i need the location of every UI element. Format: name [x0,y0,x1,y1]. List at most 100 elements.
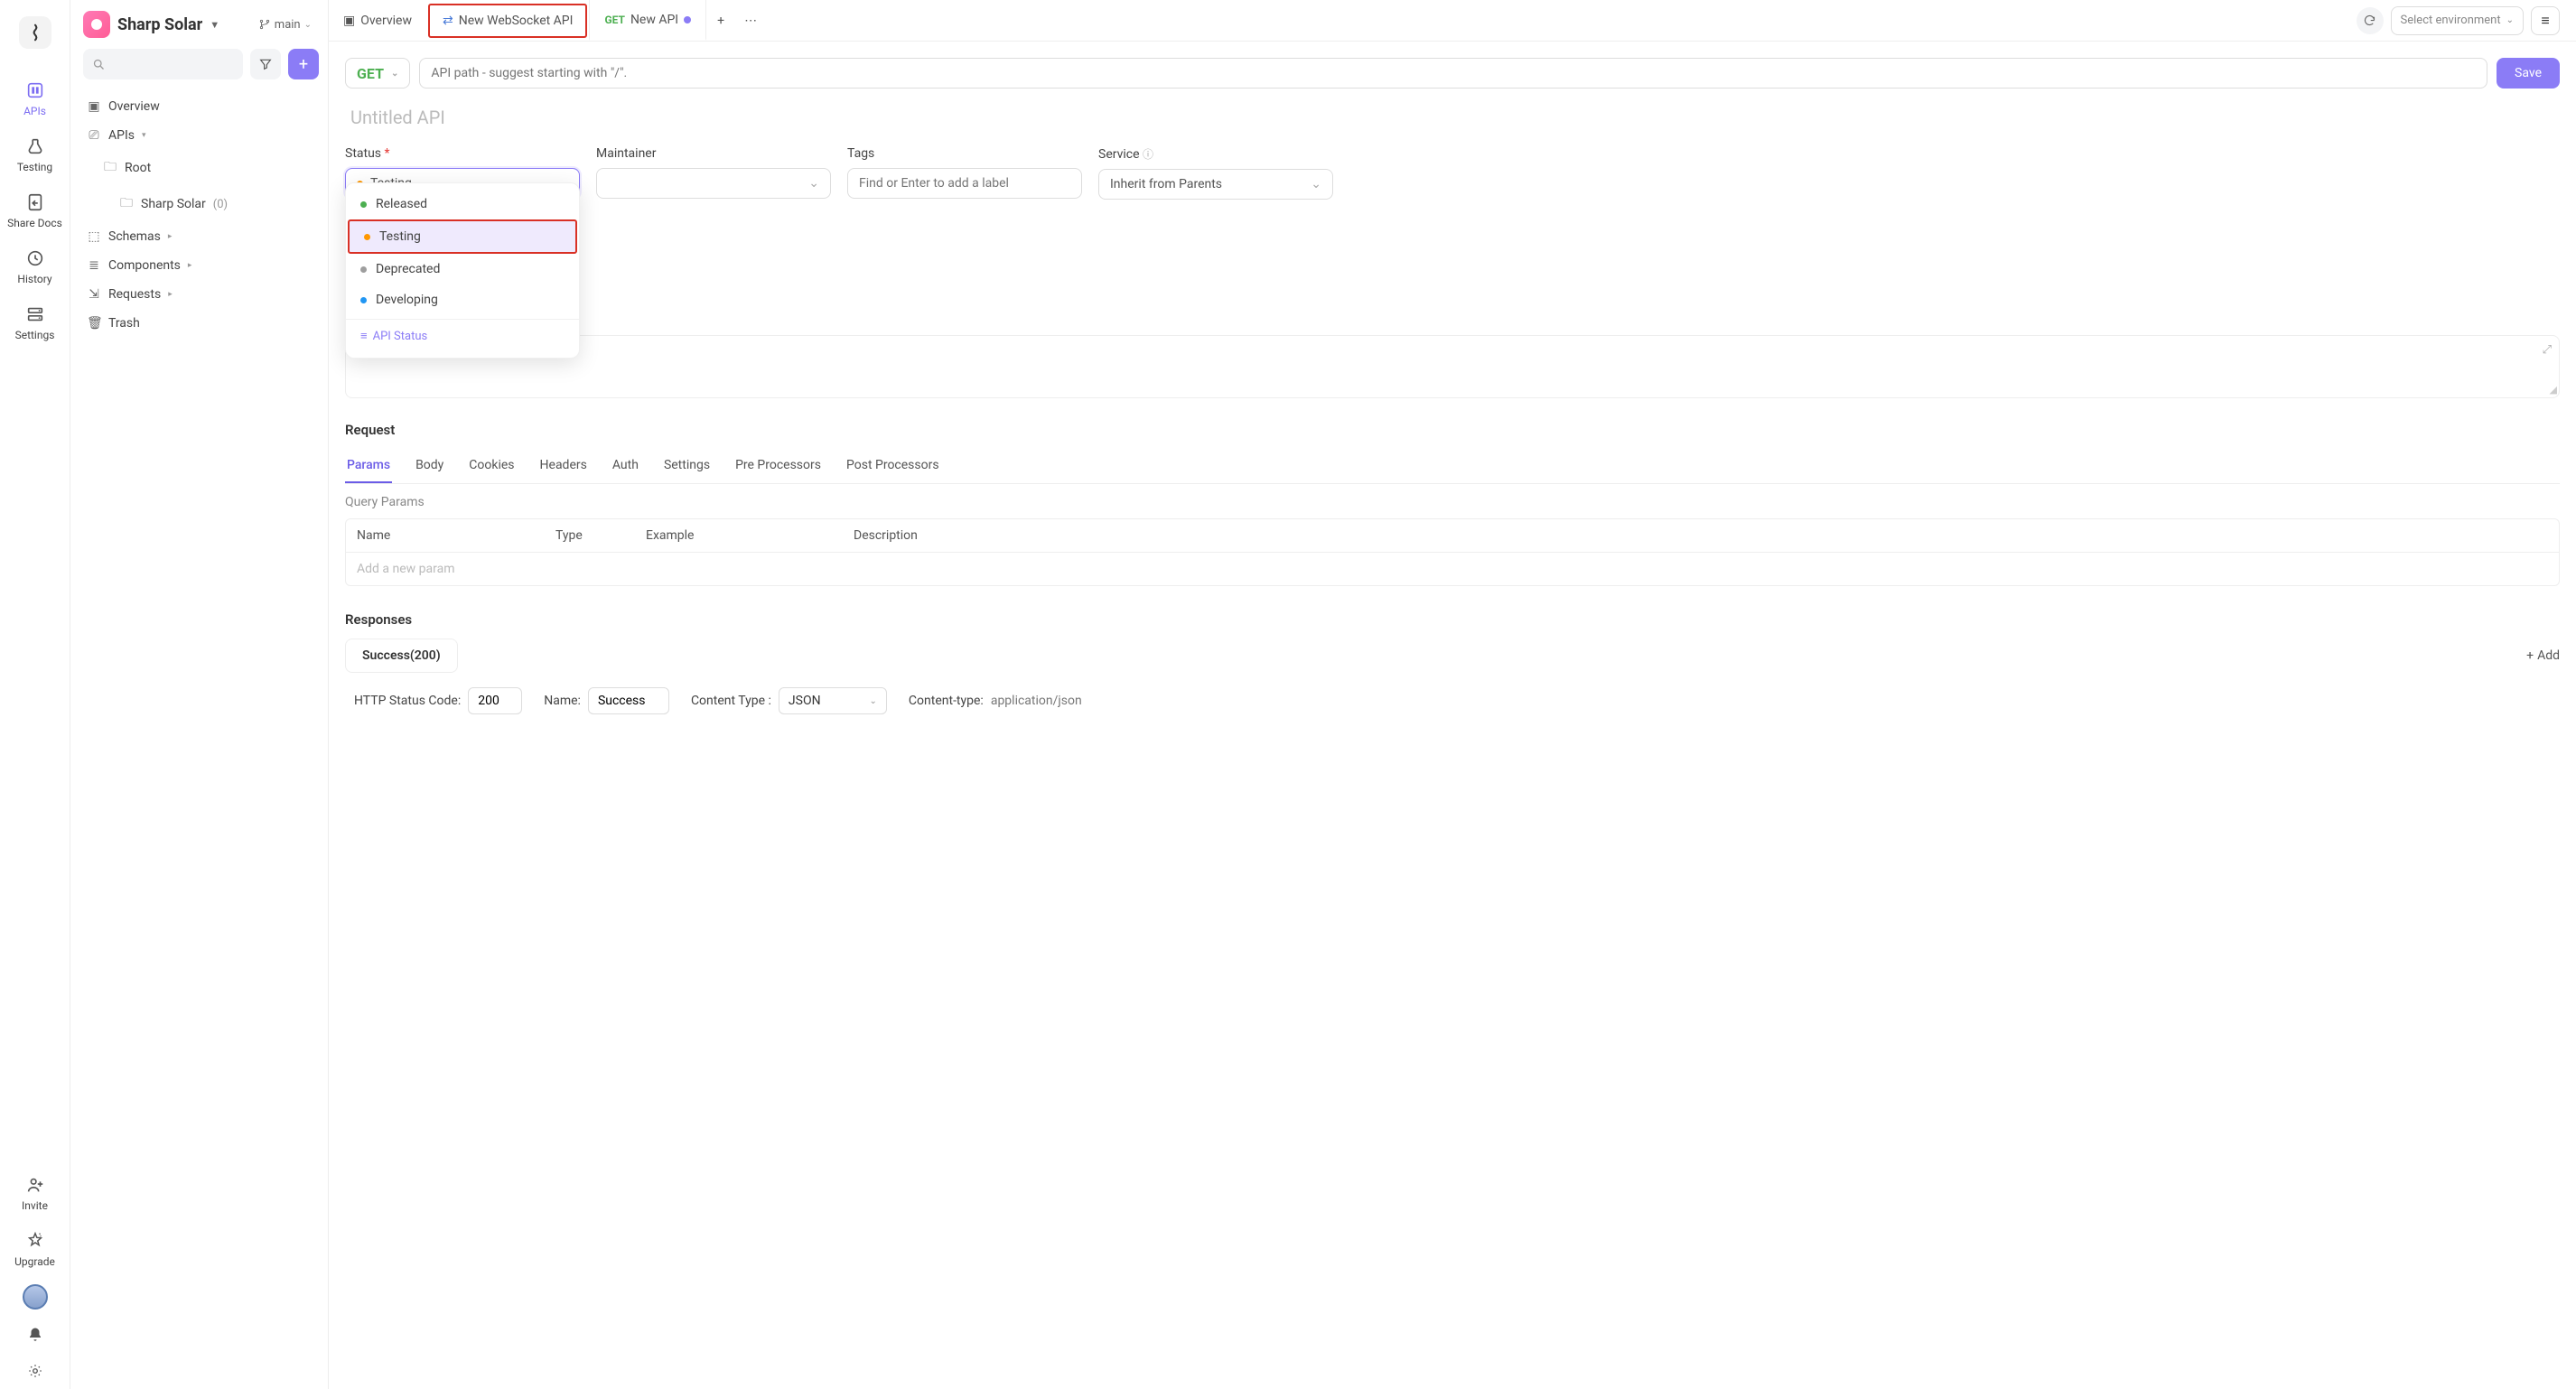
chevron-down-icon: ⌄ [304,20,312,30]
subtab-headers[interactable]: Headers [538,449,589,483]
refresh-button[interactable] [2357,7,2384,34]
subtab-postprocessors[interactable]: Post Processors [845,449,941,483]
nav-label: Testing [17,161,52,173]
content-type-select[interactable]: JSON ⌄ [779,687,887,714]
subtab-body[interactable]: Body [414,449,445,483]
upgrade-icon [24,1230,46,1252]
environment-selector[interactable]: Select environment ⌄ [2391,6,2524,35]
nav-apis[interactable]: APIs [0,70,70,126]
new-tab-button[interactable]: + [706,0,735,41]
nav-upgrade[interactable]: Upgrade [0,1221,70,1277]
tab-websocket-api[interactable]: ⇄ New WebSocket API [428,4,587,38]
tree-count: (0) [213,198,228,211]
chevron-down-icon: ▾ [142,131,146,140]
tab-label: New WebSocket API [459,5,574,36]
tree-label: Trash [108,316,140,331]
subtab-auth[interactable]: Auth [611,449,640,483]
apis-node-icon: ⎚ [87,128,101,143]
http-status-input[interactable] [468,687,522,714]
chevron-right-icon: ▸ [168,232,173,241]
folder-icon: 🗀 [103,157,117,179]
nav-testing[interactable]: Testing [0,126,70,182]
response-name-input[interactable] [588,687,669,714]
api-title-input[interactable]: Untitled API [345,107,2560,128]
expand-icon[interactable]: ⤢ [2543,343,2552,357]
option-label: Developing [376,293,438,307]
tab-overview[interactable]: ▣ Overview [329,0,426,41]
workspace-name[interactable]: Sharp Solar [117,15,202,34]
tree-components[interactable]: ≣ Components ▸ [70,251,328,280]
workspace-chevron-icon[interactable]: ▼ [210,19,219,31]
nav-sharedocs[interactable]: Share Docs [0,182,70,238]
params-table-header: Name Type Example Description [345,518,2560,552]
filter-button[interactable] [250,49,281,79]
chevron-right-icon: ▸ [188,261,192,270]
user-avatar[interactable] [23,1284,48,1310]
nav-settings[interactable]: Settings [0,294,70,350]
tree-schemas[interactable]: ⬚ Schemas ▸ [70,222,328,251]
response-tab-success[interactable]: Success(200) [345,639,458,673]
tree-apis[interactable]: ⎚ APIs ▾ [70,121,328,150]
gear-icon[interactable] [24,1360,46,1382]
app-logo[interactable] [19,16,51,49]
branch-icon [258,18,271,31]
panel-menu-button[interactable]: ≡ [2531,6,2560,35]
subtab-params[interactable]: Params [345,449,392,483]
workspace-icon[interactable] [83,11,110,38]
status-dot-icon [360,201,367,208]
tree-overview[interactable]: ▣ Overview [70,92,328,121]
subtab-preprocessors[interactable]: Pre Processors [733,449,823,483]
service-select[interactable]: Inherit from Parents ⌄ [1098,169,1333,200]
nav-history[interactable]: History [0,238,70,294]
more-tabs-button[interactable]: ⋯ [735,0,766,41]
status-option-developing[interactable]: Developing [346,284,579,315]
save-button[interactable]: Save [2497,58,2560,89]
filter-icon [258,57,273,71]
add-response-button[interactable]: + Add [2526,648,2560,663]
tab-new-api[interactable]: GET New API [589,0,706,41]
method-selector[interactable]: GET ⌄ [345,58,410,89]
chevron-down-icon: ⌄ [1311,177,1321,191]
add-button[interactable]: + [288,49,319,79]
tags-input[interactable] [847,168,1082,199]
status-option-released[interactable]: Released [346,189,579,219]
sidebar-search[interactable] [83,49,243,79]
api-path-input[interactable] [419,58,2487,89]
add-param-row[interactable]: Add a new param [345,552,2560,586]
list-icon: ≡ [360,329,368,343]
col-type: Type [555,528,646,543]
search-icon [92,58,106,71]
status-option-testing[interactable]: Testing [348,219,577,254]
subtab-settings[interactable]: Settings [662,449,712,483]
nav-rail: APIs Testing Share Docs History Settings [0,0,70,1389]
apis-icon [24,79,46,101]
subtab-cookies[interactable]: Cookies [467,449,516,483]
tab-label: New API [630,13,678,27]
branch-selector[interactable]: main ⌄ [251,14,319,35]
tree-root[interactable]: 🗀 Root [70,150,328,186]
tree-label: Schemas [108,229,161,244]
col-name: Name [357,528,555,543]
chevron-down-icon: ⌄ [808,176,819,191]
content-type-label: Content Type : [691,694,771,708]
tree-project[interactable]: 🗀 Sharp Solar (0) [70,186,328,222]
sharedocs-icon [24,191,46,213]
chevron-down-icon: ⌄ [391,69,398,79]
nav-invite[interactable]: Invite [0,1165,70,1221]
description-textarea[interactable]: ⤢ ◢ [345,335,2560,398]
websocket-icon: ⇄ [443,5,453,36]
info-icon: ⓘ [1143,148,1153,161]
resize-handle-icon[interactable]: ◢ [2550,384,2557,396]
add-label: Add [2537,648,2560,663]
tree-requests[interactable]: ⇲ Requests ▸ [70,280,328,309]
plus-icon: + [299,55,308,74]
maintainer-label: Maintainer [596,146,831,161]
maintainer-select[interactable]: ⌄ [596,168,831,199]
plus-icon: + [717,14,724,28]
tree-trash[interactable]: 🗑 Trash [70,309,328,338]
tree-label: Overview [108,99,160,114]
api-status-link[interactable]: ≡ API Status [346,319,579,352]
notifications-icon[interactable] [24,1324,46,1346]
status-option-deprecated[interactable]: Deprecated [346,254,579,284]
content-type-value: JSON [789,694,821,708]
